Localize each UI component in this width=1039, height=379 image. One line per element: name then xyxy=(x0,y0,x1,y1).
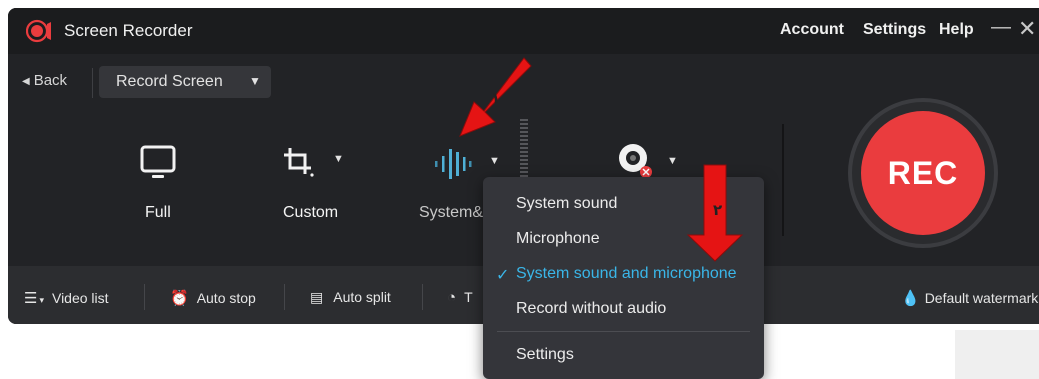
crop-icon xyxy=(284,148,314,177)
app-logo-icon xyxy=(26,19,51,43)
close-icon[interactable]: ✕ xyxy=(1018,16,1036,42)
custom-label: Custom xyxy=(283,204,339,221)
full-label: Full xyxy=(145,204,171,221)
chevron-down-icon: ▾ xyxy=(39,295,44,305)
audio-wave-icon xyxy=(435,149,472,179)
back-button[interactable]: ◀ Back xyxy=(22,72,67,89)
menu-account[interactable]: Account xyxy=(780,21,844,39)
alarm-clock-icon: ⏰ xyxy=(170,290,189,307)
app-title: Screen Recorder xyxy=(64,21,193,40)
record-mode-select[interactable]: Record Screen ▼ xyxy=(99,66,271,98)
custom-dropdown-icon[interactable]: ▼ xyxy=(333,153,344,165)
title-bar: Screen Recorder Account Settings Help — … xyxy=(8,8,1039,54)
menu-settings[interactable]: Settings xyxy=(863,21,926,39)
task-schedule-button[interactable]: ◔ T xyxy=(447,289,473,306)
minimize-icon[interactable]: — xyxy=(991,16,1011,39)
back-arrow-icon: ◀ xyxy=(22,76,30,87)
menu-item-settings[interactable]: Settings xyxy=(516,346,574,364)
list-icon: ☰ xyxy=(24,290,38,307)
divider xyxy=(284,284,285,310)
clock-icon: ◔ xyxy=(447,289,457,306)
background-panel xyxy=(955,330,1039,379)
auto-stop-label: Auto stop xyxy=(196,290,256,306)
video-list-button[interactable]: ☰ ▾ Video list xyxy=(24,289,109,307)
full-screen-tool[interactable]: Full xyxy=(128,138,188,228)
divider xyxy=(422,284,423,310)
divider xyxy=(782,124,784,236)
chevron-down-icon: ▼ xyxy=(249,74,261,88)
water-drop-icon: 💧 xyxy=(901,290,920,307)
annotation-arrow-1 xyxy=(459,57,532,137)
auto-split-button[interactable]: ▤ Auto split xyxy=(310,289,391,306)
annotation-number-2: ٢ xyxy=(713,201,723,219)
split-icon: ▤ xyxy=(310,289,324,305)
menu-item-microphone[interactable]: Microphone xyxy=(516,230,600,248)
menu-help[interactable]: Help xyxy=(939,21,974,39)
menu-item-system-and-mic[interactable]: System sound and microphone xyxy=(516,265,737,283)
watermark-button[interactable]: 💧 Default watermark xyxy=(901,289,1038,307)
rec-button[interactable]: REC xyxy=(861,111,985,235)
audio-label: System& xyxy=(419,204,484,221)
webcam-icon xyxy=(619,144,652,178)
audio-dropdown-icon[interactable]: ▼ xyxy=(489,155,500,167)
menu-item-system-sound[interactable]: System sound xyxy=(516,195,617,213)
divider xyxy=(144,284,145,310)
auto-split-label: Auto split xyxy=(333,289,391,305)
record-mode-value: Record Screen xyxy=(116,73,223,90)
webcam-dropdown-icon[interactable]: ▼ xyxy=(667,155,678,167)
annotation-number-1: ١ xyxy=(491,89,501,107)
back-label: Back xyxy=(33,72,68,89)
task-schedule-label: T xyxy=(464,289,473,305)
menu-item-no-audio[interactable]: Record without audio xyxy=(516,300,666,318)
divider xyxy=(497,331,750,332)
watermark-label: Default watermark xyxy=(924,290,1039,306)
checkmark-icon: ✓ xyxy=(496,267,510,284)
divider xyxy=(92,68,93,98)
video-list-label: Video list xyxy=(51,290,109,306)
monitor-icon xyxy=(140,145,176,178)
custom-area-tool[interactable]: ▼ Custom xyxy=(273,138,373,228)
auto-stop-button[interactable]: ⏰ Auto stop xyxy=(170,289,256,307)
